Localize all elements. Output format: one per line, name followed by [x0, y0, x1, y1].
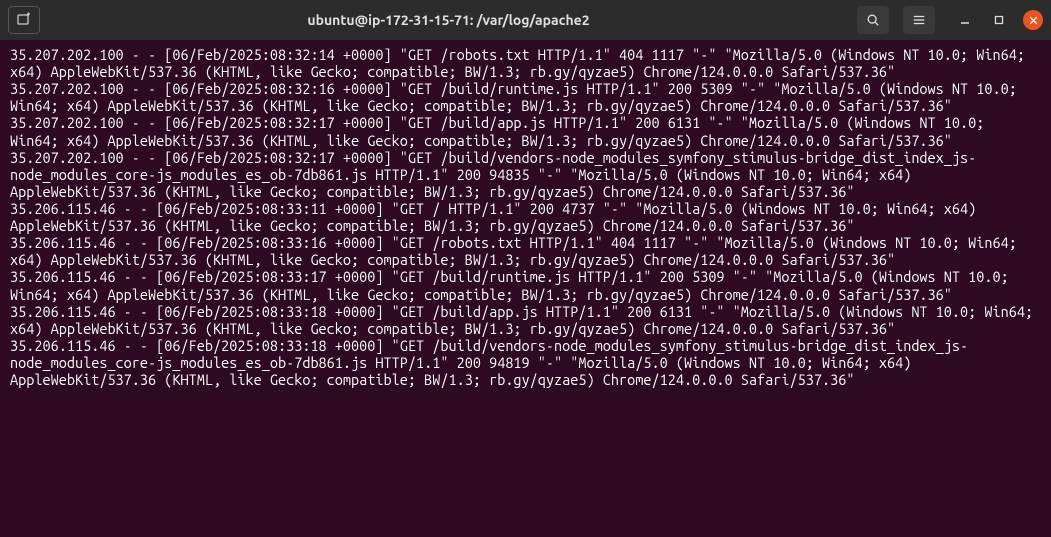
titlebar: ubuntu@ip-172-31-15-71: /var/log/apache2: [0, 0, 1051, 40]
log-line: 35.206.115.46 - - [06/Feb/2025:08:33:18 …: [10, 337, 1041, 388]
close-icon: [1028, 15, 1039, 26]
minimize-icon: [959, 14, 971, 26]
close-button[interactable]: [1023, 10, 1043, 30]
titlebar-right: [857, 6, 1043, 34]
log-line: 35.207.202.100 - - [06/Feb/2025:08:32:17…: [10, 149, 1041, 200]
terminal-output[interactable]: 35.207.202.100 - - [06/Feb/2025:08:32:14…: [0, 40, 1051, 537]
log-line: 35.207.202.100 - - [06/Feb/2025:08:32:16…: [10, 80, 1041, 114]
log-line: 35.207.202.100 - - [06/Feb/2025:08:32:14…: [10, 46, 1041, 80]
log-line: 35.206.115.46 - - [06/Feb/2025:08:33:18 …: [10, 303, 1041, 337]
log-line: 35.206.115.46 - - [06/Feb/2025:08:33:11 …: [10, 200, 1041, 234]
minimize-button[interactable]: [955, 10, 975, 30]
menu-button[interactable]: [903, 6, 935, 34]
log-line: 35.206.115.46 - - [06/Feb/2025:08:33:16 …: [10, 234, 1041, 268]
log-line: 35.207.202.100 - - [06/Feb/2025:08:32:17…: [10, 114, 1041, 148]
hamburger-icon: [912, 13, 926, 27]
new-tab-icon: [16, 12, 32, 28]
search-button[interactable]: [857, 6, 889, 34]
maximize-button[interactable]: [989, 10, 1009, 30]
window-controls: [955, 10, 1043, 30]
maximize-icon: [993, 14, 1005, 26]
titlebar-left: [8, 6, 40, 34]
new-tab-button[interactable]: [8, 6, 40, 34]
log-line: 35.206.115.46 - - [06/Feb/2025:08:33:17 …: [10, 268, 1041, 302]
search-icon: [866, 13, 880, 27]
window-title: ubuntu@ip-172-31-15-71: /var/log/apache2: [40, 12, 857, 28]
